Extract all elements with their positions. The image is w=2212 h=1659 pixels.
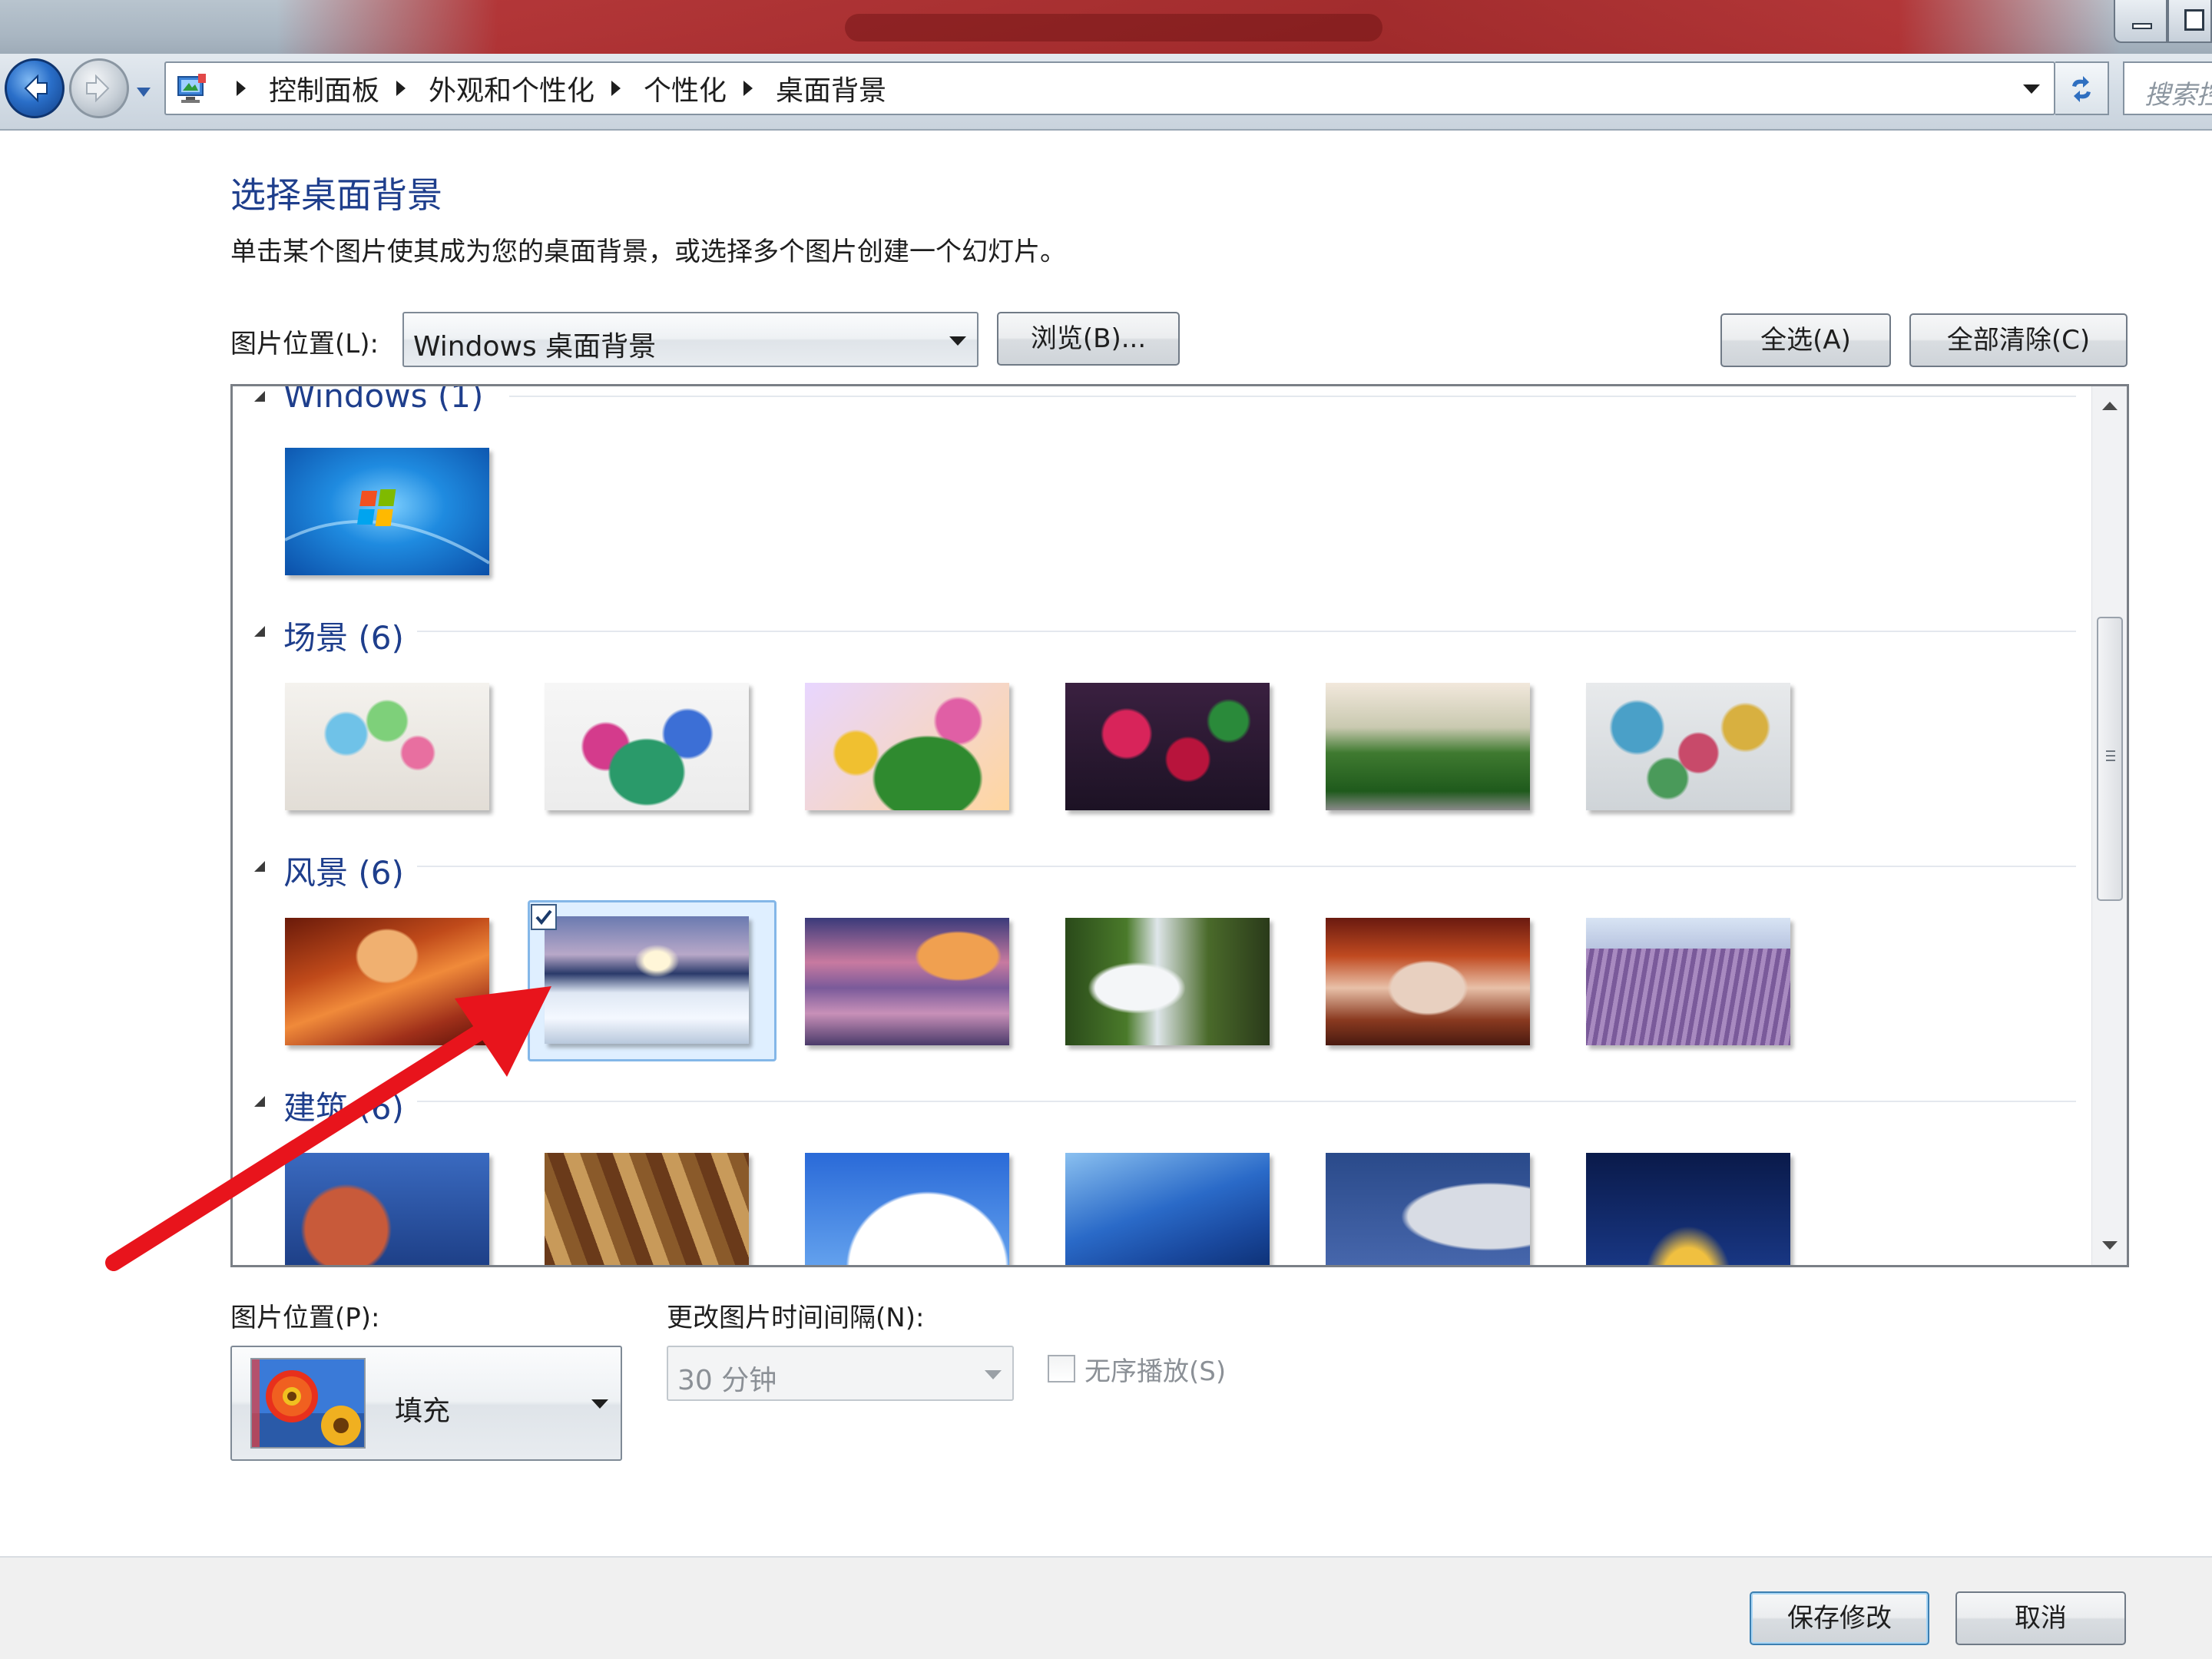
wallpaper-thumbnail[interactable] (545, 683, 749, 810)
chevron-down-icon (591, 1399, 608, 1409)
search-placeholder: 搜索控 (2144, 80, 2212, 111)
breadcrumb-separator-icon[interactable] (237, 81, 246, 96)
page-title: 选择桌面背景 (230, 174, 442, 216)
wallpaper-thumbnail[interactable] (1326, 1153, 1530, 1265)
checkmark-icon (535, 909, 552, 926)
interval-label: 更改图片时间间隔(N): (667, 1303, 925, 1333)
collapse-icon[interactable] (254, 1096, 265, 1107)
shuffle-checkbox[interactable] (1048, 1355, 1075, 1382)
picture-position-label: 图片位置(P): (230, 1303, 380, 1333)
wallpaper-thumbnail[interactable] (1586, 1153, 1790, 1265)
scroll-down-icon[interactable] (2102, 1241, 2118, 1250)
collapse-icon[interactable] (254, 626, 265, 637)
navigation-bar: 控制面板 外观和个性化 个性化 桌面背景 搜索控 (0, 54, 2212, 131)
wallpaper-thumbnail[interactable] (1586, 918, 1790, 1045)
save-changes-button[interactable]: 保存修改 (1750, 1591, 1929, 1645)
scroll-up-icon[interactable] (2102, 402, 2118, 410)
picture-position-preview (250, 1358, 366, 1449)
wallpaper-thumbnail[interactable] (285, 918, 489, 1045)
browse-button[interactable]: 浏览(B)... (997, 312, 1180, 366)
scrollbar-thumb[interactable] (2097, 617, 2123, 901)
wallpaper-thumbnail[interactable] (1326, 918, 1530, 1045)
windows-logo-icon (285, 489, 489, 565)
title-bar-shadow (845, 14, 1382, 41)
grip-icon (2106, 755, 2115, 757)
minimize-icon (2132, 23, 2152, 29)
group-title: Windows (1) (283, 384, 484, 415)
wallpaper-thumbnail[interactable] (805, 918, 1009, 1045)
maximize-icon (2184, 9, 2204, 31)
breadcrumb-appearance[interactable]: 外观和个性化 (429, 68, 594, 108)
interval-value: 30 分钟 (677, 1365, 777, 1396)
wallpaper-thumbnail[interactable] (285, 683, 489, 810)
shuffle-label: 无序播放(S) (1084, 1356, 1227, 1387)
group-title: 风景 (6) (283, 854, 404, 892)
search-box[interactable]: 搜索控 (2123, 61, 2212, 115)
group-header-architecture[interactable]: 建筑 (6) (233, 1078, 2076, 1127)
group-title: 建筑 (6) (283, 1089, 404, 1127)
group-header-landscapes[interactable]: 风景 (6) (233, 843, 2076, 892)
group-header-scenes[interactable]: 场景 (6) (233, 608, 2076, 657)
wallpaper-thumbnail[interactable] (285, 1153, 489, 1265)
grip-icon (2106, 750, 2115, 752)
wallpaper-thumbnail[interactable] (1586, 683, 1790, 810)
wallpaper-thumbnail[interactable] (1065, 683, 1270, 810)
grip-icon (2106, 760, 2115, 761)
dialog-footer: 保存修改 取消 (0, 1556, 2212, 1659)
cancel-button[interactable]: 取消 (1955, 1591, 2126, 1645)
clear-all-button[interactable]: 全部清除(C) (1909, 313, 2128, 367)
back-arrow-icon (24, 74, 48, 103)
collapse-icon[interactable] (254, 391, 265, 402)
refresh-icon (2072, 76, 2091, 102)
breadcrumb-desktop-background[interactable]: 桌面背景 (776, 68, 886, 108)
group-divider (417, 631, 2076, 632)
back-button[interactable] (5, 58, 65, 118)
picture-location-dropdown[interactable]: Windows 桌面背景 (402, 312, 979, 367)
address-history-dropdown-icon[interactable] (2023, 84, 2040, 94)
group-divider (509, 396, 2076, 397)
picture-list-scrollbar[interactable] (2091, 386, 2127, 1265)
select-all-button[interactable]: 全选(A) (1720, 313, 1891, 367)
breadcrumb-personalization[interactable]: 个性化 (644, 68, 727, 108)
group-divider (417, 866, 2076, 867)
chevron-down-icon (949, 336, 966, 346)
wallpaper-thumbnail[interactable] (805, 683, 1009, 810)
refresh-button[interactable] (2055, 61, 2109, 115)
group-title: 场景 (6) (283, 619, 404, 657)
wallpaper-checkbox[interactable] (531, 904, 557, 930)
interval-dropdown[interactable]: 30 分钟 (667, 1346, 1014, 1401)
chevron-down-icon (985, 1370, 1002, 1379)
picture-position-value: 填充 (395, 1396, 451, 1427)
group-divider (417, 1101, 2076, 1102)
wallpaper-thumbnail[interactable] (545, 1153, 749, 1265)
group-header-windows[interactable]: Windows (1) (233, 384, 2076, 419)
recent-pages-dropdown-icon[interactable] (132, 80, 155, 103)
breadcrumb-separator-icon[interactable] (611, 81, 621, 96)
address-bar[interactable]: 控制面板 外观和个性化 个性化 桌面背景 (164, 61, 2055, 115)
wallpaper-thumbnail[interactable] (545, 916, 749, 1044)
picture-location-label: 图片位置(L): (230, 329, 379, 359)
page-description: 单击某个图片使其成为您的桌面背景，或选择多个图片创建一个幻灯片。 (230, 237, 1066, 267)
breadcrumb-separator-icon[interactable] (743, 81, 753, 96)
control-panel-icon (177, 74, 206, 103)
picture-position-dropdown[interactable]: 填充 (230, 1346, 622, 1461)
breadcrumb-control-panel[interactable]: 控制面板 (269, 68, 379, 108)
wallpaper-thumbnail[interactable] (1065, 1153, 1270, 1265)
flower-preview-icon (252, 1359, 364, 1447)
breadcrumb: 控制面板 外观和个性化 个性化 桌面背景 (220, 63, 886, 114)
forward-button[interactable] (69, 58, 129, 118)
wallpaper-thumbnail[interactable] (805, 1153, 1009, 1265)
picture-location-value: Windows 桌面背景 (413, 331, 657, 363)
minimize-button[interactable] (2114, 0, 2167, 43)
window-title-bar (0, 0, 2212, 60)
maximize-button[interactable] (2167, 0, 2212, 43)
wallpaper-thumbnail[interactable] (285, 448, 489, 575)
wallpaper-thumbnail[interactable] (1065, 918, 1270, 1045)
breadcrumb-separator-icon[interactable] (396, 81, 406, 96)
picture-list: Windows (1) 场景 (6) 风景 (6) 建筑 (6) (230, 384, 2129, 1267)
wallpaper-thumbnail[interactable] (1326, 683, 1530, 810)
forward-arrow-icon (86, 74, 110, 103)
collapse-icon[interactable] (254, 861, 265, 872)
